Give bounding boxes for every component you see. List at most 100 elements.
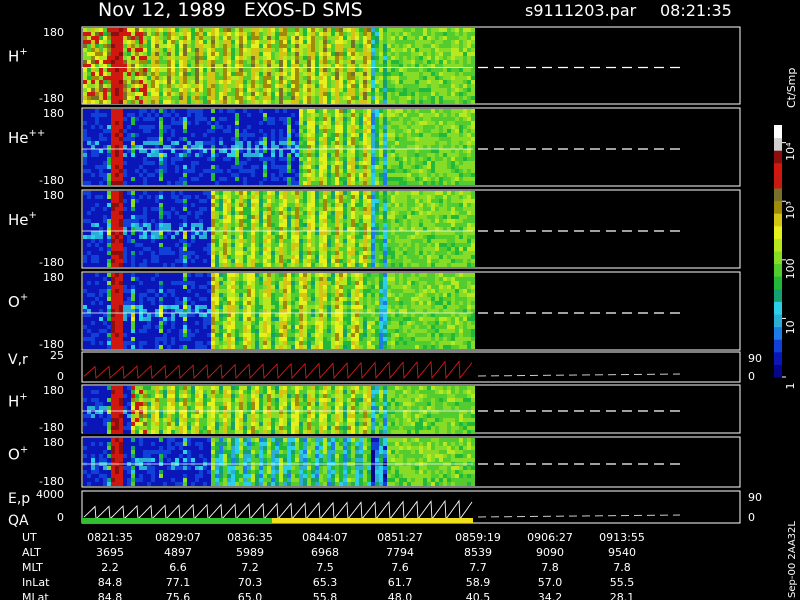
heatmap-cell (259, 165, 263, 169)
heatmap-cell (219, 36, 223, 40)
heatmap-cell (295, 199, 299, 203)
heatmap-cell (199, 92, 203, 96)
heatmap-cell (363, 165, 367, 169)
heatmap-cell (327, 137, 331, 141)
heatmap-cell (251, 84, 255, 88)
heatmap-cell (391, 117, 395, 121)
heatmap-cell (259, 239, 263, 243)
heatmap-cell (163, 255, 167, 259)
heatmap-cell (111, 169, 115, 173)
heatmap-cell (339, 133, 343, 137)
heatmap-cell (83, 199, 87, 203)
heatmap-cell (179, 133, 183, 137)
heatmap-cell (179, 125, 183, 129)
heatmap-cell (339, 32, 343, 36)
heatmap-cell (323, 181, 327, 185)
heatmap-cell (335, 56, 339, 60)
heatmap-cell (123, 36, 127, 40)
heatmap-cell (403, 157, 407, 161)
heatmap-cell (191, 263, 195, 267)
heatmap-cell (447, 161, 451, 165)
heatmap-cell (183, 28, 187, 32)
heatmap-cell (107, 173, 111, 177)
heatmap-cell (207, 36, 211, 40)
heatmap-cell (279, 177, 283, 181)
heatmap-cell (295, 32, 299, 36)
heatmap-cell (335, 52, 339, 56)
heatmap-cell (375, 52, 379, 56)
heatmap-cell (447, 169, 451, 173)
heatmap-cell (271, 141, 275, 145)
heatmap-cell (215, 223, 219, 227)
heatmap-cell (255, 96, 259, 100)
heatmap-cell (139, 149, 143, 153)
heatmap-cell (139, 125, 143, 129)
heatmap-cell (135, 60, 139, 64)
heatmap-cell (359, 169, 363, 173)
heatmap-cell (95, 223, 99, 227)
heatmap-cell (247, 68, 251, 72)
heatmap-cell (271, 191, 275, 195)
heatmap-cell (307, 259, 311, 263)
heatmap-cell (327, 76, 331, 80)
heatmap-cell (127, 149, 131, 153)
heatmap-cell (423, 92, 427, 96)
heatmap-cell (307, 199, 311, 203)
heatmap-cell (307, 153, 311, 157)
heatmap-cell (171, 231, 175, 235)
heatmap-cell (223, 177, 227, 181)
heatmap-cell (83, 48, 87, 52)
heatmap-cell (423, 113, 427, 117)
heatmap-cell (231, 191, 235, 195)
heatmap-cell (219, 121, 223, 125)
heatmap-cell (127, 52, 131, 56)
heatmap-cell (303, 211, 307, 215)
heatmap-cell (463, 72, 467, 76)
heatmap-cell (83, 149, 87, 153)
heatmap-cell (127, 199, 131, 203)
heatmap-cell (119, 129, 123, 133)
heatmap-cell (231, 219, 235, 223)
heatmap-cell (283, 137, 287, 141)
heatmap-cell (227, 48, 231, 52)
heatmap-cell (87, 169, 91, 173)
heatmap-cell (299, 113, 303, 117)
heatmap-cell (91, 88, 95, 92)
heatmap-cell (303, 40, 307, 44)
heatmap-cell (171, 145, 175, 149)
heatmap-cell (335, 76, 339, 80)
heatmap-cell (399, 113, 403, 117)
heatmap-cell (267, 121, 271, 125)
heatmap-cell (215, 199, 219, 203)
heatmap-cell (211, 92, 215, 96)
heatmap-cell (91, 36, 95, 40)
heatmap-cell (123, 255, 127, 259)
heatmap-cell (123, 239, 127, 243)
heatmap-cell (263, 80, 267, 84)
heatmap-cell (291, 84, 295, 88)
heatmap-cell (131, 239, 135, 243)
heatmap-cell (211, 247, 215, 251)
heatmap-cell (183, 68, 187, 72)
heatmap-cell (163, 80, 167, 84)
heatmap-cell (227, 137, 231, 141)
heatmap-cell (367, 109, 371, 113)
heatmap-cell (347, 129, 351, 133)
heatmap-cell (399, 153, 403, 157)
heatmap-cell (199, 263, 203, 267)
heatmap-cell (191, 121, 195, 125)
heatmap-cell (207, 92, 211, 96)
heatmap-cell (459, 56, 463, 60)
heatmap-cell (355, 181, 359, 185)
heatmap-cell (347, 137, 351, 141)
heatmap-cell (239, 72, 243, 76)
heatmap-cell (135, 133, 139, 137)
heatmap-cell (459, 137, 463, 141)
heatmap-cell (431, 181, 435, 185)
heatmap-cell (267, 129, 271, 133)
heatmap-cell (307, 117, 311, 121)
heatmap-cell (431, 96, 435, 100)
heatmap-cell (295, 56, 299, 60)
heatmap-cell (259, 36, 263, 40)
heatmap-cell (331, 219, 335, 223)
